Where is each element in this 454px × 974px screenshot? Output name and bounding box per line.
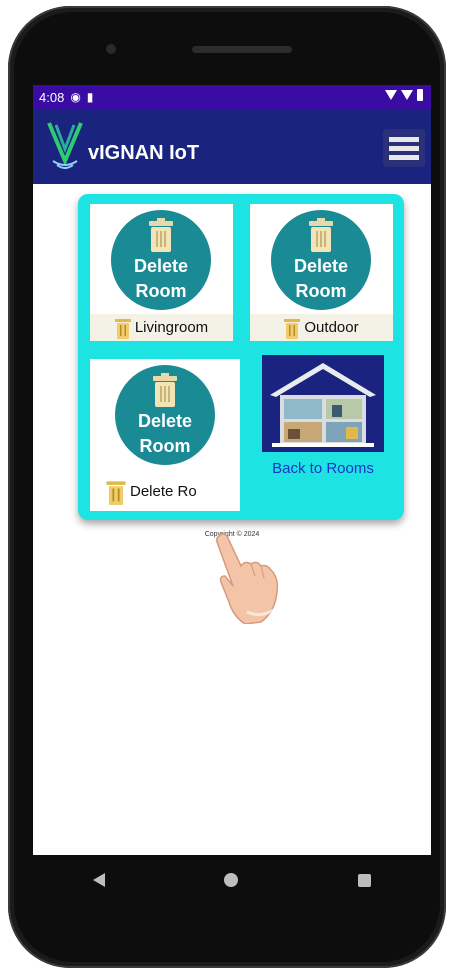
delete-room-label: Delete Room — [133, 256, 189, 301]
hand-pointer-icon — [216, 533, 279, 624]
room-name-row: Outdoor — [250, 314, 393, 341]
room-name-row: Livingroom — [90, 314, 233, 341]
battery-icon — [417, 89, 423, 101]
screen: 4:08 ◉ ▮ vIGNAN IoT Delete Room Livingro… — [33, 85, 431, 855]
house-icon[interactable] — [262, 355, 384, 452]
notification-icon: ◉ — [70, 90, 81, 104]
delete-room-button[interactable]: Delete Room — [111, 210, 211, 310]
wifi-icon — [385, 90, 397, 100]
system-nav-bar — [33, 855, 431, 905]
room-name-row: Delete Ro — [90, 478, 240, 505]
room-card-delete: Delete Room Delete Ro — [90, 359, 240, 511]
nav-back-icon[interactable] — [92, 873, 105, 887]
trash-icon — [284, 318, 301, 339]
menu-icon — [389, 136, 419, 142]
trash-icon — [106, 480, 126, 505]
delete-room-label: Delete Room — [137, 411, 193, 456]
front-camera — [106, 44, 116, 54]
app-title: vIGNAN IoT — [88, 142, 200, 164]
status-right — [385, 89, 423, 101]
earpiece-speaker — [192, 46, 292, 53]
trash-icon — [309, 218, 333, 252]
trash-icon — [114, 318, 131, 339]
signal-icon — [401, 90, 413, 100]
room-name[interactable]: Livingroom — [135, 319, 208, 336]
menu-button[interactable] — [383, 129, 425, 167]
room-card-livingroom: Delete Room Livingroom — [90, 204, 233, 341]
status-bar: 4:08 ◉ ▮ — [33, 85, 431, 109]
delete-room-button[interactable]: Delete Room — [115, 365, 215, 465]
trash-icon — [149, 218, 173, 252]
status-time: 4:08 — [39, 89, 65, 105]
delete-room-label: Delete Room — [293, 256, 349, 301]
delete-room-button[interactable]: Delete Room — [271, 210, 371, 310]
nav-recents-icon[interactable] — [358, 873, 372, 887]
app-bar: vIGNAN IoT — [33, 109, 431, 184]
room-name[interactable]: Delete Ro — [130, 483, 197, 500]
nav-home-icon[interactable] — [224, 873, 239, 887]
back-to-rooms-link[interactable]: Back to Rooms — [262, 460, 384, 477]
rooms-panel: Delete Room Livingroom Delete Room Outdo… — [78, 194, 404, 520]
app-logo-icon — [47, 122, 83, 169]
sd-card-icon: ▮ — [86, 90, 94, 104]
room-name[interactable]: Outdoor — [304, 319, 358, 336]
room-card-outdoor: Delete Room Outdoor — [250, 204, 393, 341]
trash-icon — [153, 373, 177, 407]
